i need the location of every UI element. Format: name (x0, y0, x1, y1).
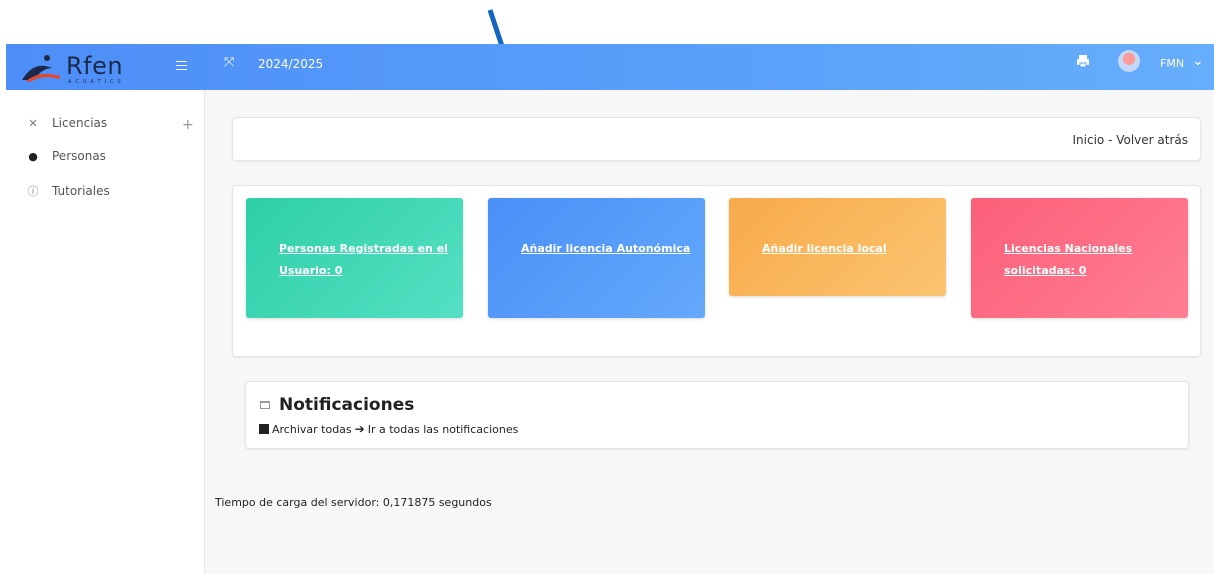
breadcrumb: Inicio - Volver atrás (232, 117, 1201, 161)
sidebar-item-tutoriales[interactable]: ⓘ Tutoriales (24, 183, 110, 199)
logo-wave-icon (22, 55, 60, 82)
archive-icon (259, 424, 269, 434)
tile-link[interactable]: Personas Registradas en el Usuario: 0 (279, 238, 449, 282)
expand-plus-icon[interactable]: + (182, 117, 194, 133)
folder-icon (260, 401, 270, 409)
rfen-logo[interactable]: Rfen ACUATICS (20, 50, 150, 86)
main-content: Inicio - Volver atrás Personas Registrad… (205, 90, 1214, 574)
user-name[interactable]: FMN (1160, 57, 1184, 70)
top-navbar: Rfen ACUATICS ⤧ 2024/2025 FMN ⌄ (6, 44, 1214, 90)
sidebar-item-label: Licencias (52, 116, 108, 130)
user-avatar[interactable] (1118, 50, 1140, 72)
tile-licencias-nacionales[interactable]: Licencias Nacionales solicitadas: 0 (971, 198, 1188, 318)
sidebar-item-label: Tutoriales (52, 184, 110, 198)
tile-anadir-licencia-local[interactable]: Añadir licencia local (729, 198, 946, 296)
tile-anadir-licencia-autonomica[interactable]: Añadir licencia Autonómica (488, 198, 705, 318)
server-load-time: Tiempo de carga del servidor: 0,171875 s… (215, 496, 492, 509)
all-notifications-link[interactable]: Ir a todas las notificaciones (368, 423, 519, 436)
fullscreen-icon[interactable]: ⤧ (224, 55, 240, 71)
tile-link[interactable]: Añadir licencia Autonómica (521, 238, 691, 260)
dashboard-tiles: Personas Registradas en el Usuario: 0 Añ… (232, 185, 1201, 357)
tile-link[interactable]: Licencias Nacionales solicitadas: 0 (1004, 238, 1174, 282)
sidebar-item-licencias[interactable]: ✕ Licencias (24, 116, 107, 130)
notifications-actions: Archivar todas ➔ Ir a todas las notifica… (259, 422, 518, 436)
breadcrumb-text[interactable]: Inicio - Volver atrás (1073, 133, 1189, 147)
tile-personas-registradas[interactable]: Personas Registradas en el Usuario: 0 (246, 198, 463, 318)
sidebar: ✕ Licencias + ● Personas ⓘ Tutoriales (6, 90, 205, 574)
logo-subtext: ACUATICS (68, 79, 125, 85)
menu-toggle-icon[interactable] (176, 58, 189, 72)
print-icon[interactable] (1076, 54, 1090, 68)
logo-text: Rfen (66, 52, 124, 80)
sidebar-item-label: Personas (52, 149, 106, 163)
info-icon: ⓘ (27, 185, 39, 198)
tile-link[interactable]: Añadir licencia local (762, 238, 932, 260)
season-label[interactable]: 2024/2025 (258, 57, 323, 71)
sidebar-item-personas[interactable]: ● Personas (24, 149, 106, 163)
tools-icon: ✕ (28, 116, 38, 130)
notifications-panel: Notificaciones Archivar todas ➔ Ir a tod… (245, 381, 1189, 449)
arrow-right-icon: ➔ (354, 422, 365, 436)
notifications-title: Notificaciones (279, 395, 415, 415)
archive-all-link[interactable]: Archivar todas (272, 423, 352, 436)
chevron-down-icon[interactable]: ⌄ (1192, 53, 1204, 69)
person-icon: ● (28, 149, 38, 163)
